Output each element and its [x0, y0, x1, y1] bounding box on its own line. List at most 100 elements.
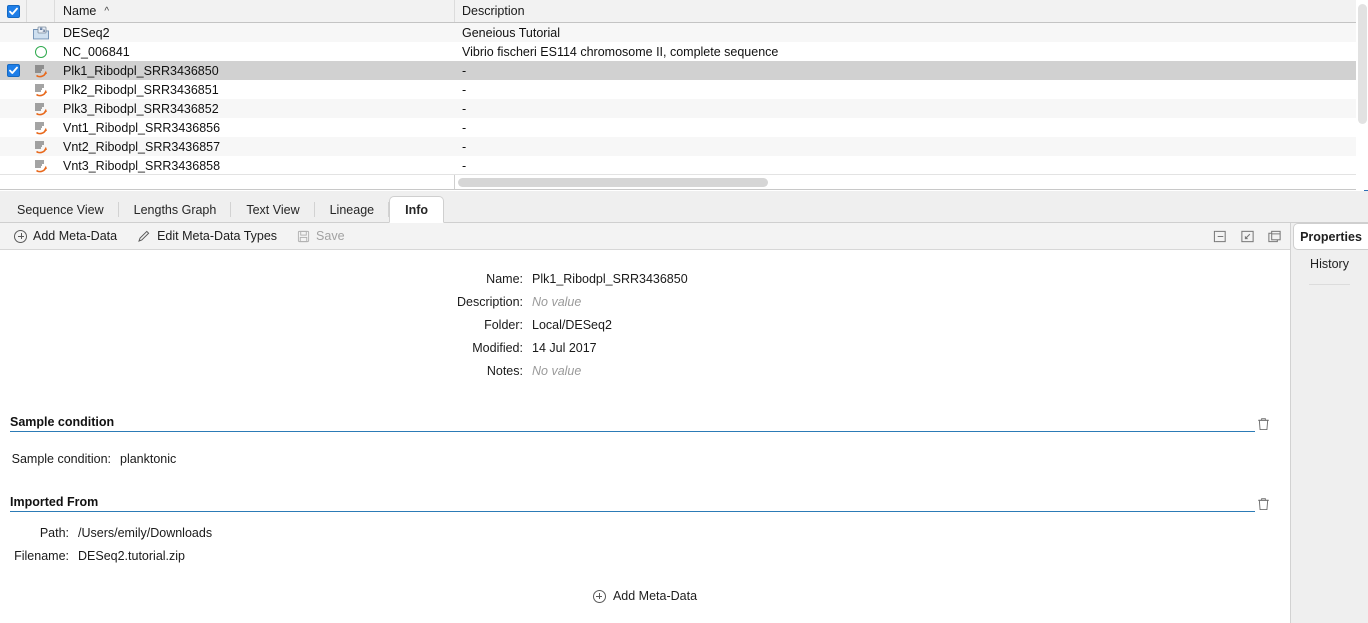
meta-label: Path: [39, 526, 69, 540]
meta-value[interactable]: DESeq2.tutorial.zip [78, 545, 185, 568]
minimize-panel-icon[interactable] [1213, 229, 1228, 244]
table-header-name[interactable]: Name ^ [55, 0, 455, 22]
add-meta-data-bottom-label: Add Meta-Data [612, 589, 698, 603]
tab-lineage[interactable]: Lineage [315, 197, 390, 222]
sort-ascending-icon: ^ [104, 5, 110, 17]
row-name: Plk3_Ribodpl_SRR3436852 [63, 101, 219, 116]
table-row[interactable]: Vnt3_Ribodpl_SRR3436858 - [0, 156, 1356, 175]
table-header-icon-column[interactable] [27, 0, 55, 22]
duplicate-panel-icon[interactable] [1267, 229, 1282, 244]
row-description: Geneious Tutorial [462, 25, 560, 40]
checkbox-checked-icon[interactable] [6, 4, 20, 18]
field-label: Notes: [486, 364, 523, 378]
tab-text-view[interactable]: Text View [231, 197, 315, 222]
field-label: Description: [457, 295, 523, 309]
plus-circle-icon [14, 229, 27, 243]
table-row[interactable]: Vnt1_Ribodpl_SRR3436856 - [0, 118, 1356, 137]
table-row[interactable]: a DESeq2 Geneious Tutorial [0, 23, 1356, 42]
plus-circle-icon [592, 589, 606, 603]
field-label: Name: [486, 272, 523, 286]
table-row[interactable]: Plk3_Ribodpl_SRR3436852 - [0, 99, 1356, 118]
section-rows: Path: /Users/emily/Downloads Filename: D… [10, 512, 1280, 568]
field-notes: Notes: No value [0, 360, 1290, 383]
tab-properties[interactable]: Properties [1293, 223, 1368, 250]
meta-row-path: Path: /Users/emily/Downloads [10, 522, 1280, 545]
delete-section-button[interactable] [1257, 497, 1270, 511]
row-checkbox[interactable] [0, 99, 27, 118]
field-modified: Modified: 14 Jul 2017 [0, 337, 1290, 360]
h-scroll-thumb[interactable] [458, 177, 768, 187]
trash-icon[interactable] [1257, 497, 1270, 511]
panel-controls [1213, 223, 1282, 250]
tab-info[interactable]: Info [389, 196, 445, 223]
save-button[interactable]: Save [291, 227, 351, 245]
table-vertical-scrollbar[interactable] [1356, 0, 1368, 190]
meta-row-sample-condition: Sample condition: planktonic [10, 448, 1280, 471]
trash-icon[interactable] [1257, 417, 1270, 431]
info-content: Name: Plk1_Ribodpl_SRR3436850 Descriptio… [0, 250, 1290, 623]
tab-sequence-view[interactable]: Sequence View [2, 197, 119, 222]
tab-label: Lengths Graph [133, 202, 217, 217]
field-name: Name: Plk1_Ribodpl_SRR3436850 [0, 268, 1290, 291]
add-meta-data-bottom-button[interactable]: Add Meta-Data [0, 589, 1290, 603]
row-name: Plk1_Ribodpl_SRR3436850 [63, 63, 219, 78]
edit-meta-data-types-label: Edit Meta-Data Types [157, 229, 278, 243]
edit-meta-data-types-button[interactable]: Edit Meta-Data Types [131, 227, 283, 245]
table-body: a DESeq2 Geneious Tutorial NC_006841 Vib… [0, 23, 1356, 189]
table-horizontal-scrollbar[interactable] [0, 174, 1356, 189]
svg-text:a: a [43, 28, 46, 33]
meta-label: Filename: [14, 549, 69, 563]
field-value: Plk1_Ribodpl_SRR3436850 [532, 272, 688, 286]
field-value: No value [532, 364, 582, 378]
row-checkbox[interactable] [0, 137, 27, 156]
reads-icon [27, 156, 55, 175]
row-description: - [462, 63, 467, 78]
field-label: Modified: [472, 341, 523, 355]
row-checkbox[interactable] [0, 156, 27, 175]
tab-history-label: History [1310, 257, 1349, 271]
table-row[interactable]: Vnt2_Ribodpl_SRR3436857 - [0, 137, 1356, 156]
row-checkbox[interactable] [0, 118, 27, 137]
table-row[interactable]: NC_006841 Vibrio fischeri ES114 chromoso… [0, 42, 1356, 61]
save-icon [297, 230, 310, 242]
section-title: Sample condition [10, 415, 115, 429]
row-checkbox[interactable] [0, 42, 27, 61]
reads-icon [27, 137, 55, 156]
reads-icon [27, 61, 55, 80]
meta-label: Sample condition: [11, 452, 111, 466]
row-name: NC_006841 [63, 44, 130, 59]
row-name: DESeq2 [63, 25, 110, 40]
tab-history[interactable]: History [1291, 250, 1368, 278]
table-header-name-label: Name [63, 4, 97, 18]
reads-icon [27, 99, 55, 118]
add-meta-data-button[interactable]: Add Meta-Data [8, 227, 123, 245]
section-imported-from: Imported From Path: /Users/emily/Downloa… [0, 495, 1290, 568]
row-checkbox[interactable] [0, 80, 27, 99]
field-label: Folder: [484, 318, 523, 332]
field-value: Local/DESeq2 [532, 318, 612, 332]
row-name: Vnt1_Ribodpl_SRR3436856 [63, 120, 221, 135]
delete-section-button[interactable] [1257, 417, 1270, 431]
field-folder: Folder: Local/DESeq2 [0, 314, 1290, 337]
right-tab-divider [1309, 284, 1350, 285]
row-description: - [462, 139, 467, 154]
table-row-selected[interactable]: Plk1_Ribodpl_SRR3436850 - [0, 61, 1356, 80]
select-all-checkbox-header[interactable] [0, 0, 27, 22]
popout-panel-icon[interactable] [1240, 229, 1255, 244]
table-header-description[interactable]: Description [455, 0, 1356, 22]
view-tab-bar: Sequence View Lengths Graph Text View Li… [0, 191, 1368, 223]
meta-value[interactable]: planktonic [120, 448, 176, 471]
row-checkbox[interactable] [0, 23, 27, 42]
section-rows: Sample condition: planktonic [10, 432, 1280, 471]
v-scroll-thumb[interactable] [1358, 4, 1367, 124]
checkbox-checked-icon[interactable] [7, 64, 20, 77]
row-checkbox[interactable] [0, 61, 27, 80]
row-description: - [462, 101, 467, 116]
table-row[interactable]: Plk2_Ribodpl_SRR3436851 - [0, 80, 1356, 99]
meta-value[interactable]: /Users/emily/Downloads [78, 522, 212, 545]
field-value: No value [532, 295, 582, 309]
tab-lengths-graph[interactable]: Lengths Graph [119, 197, 232, 222]
h-scroll-track[interactable] [455, 174, 1356, 189]
row-description: - [462, 158, 467, 173]
reads-icon [27, 80, 55, 99]
